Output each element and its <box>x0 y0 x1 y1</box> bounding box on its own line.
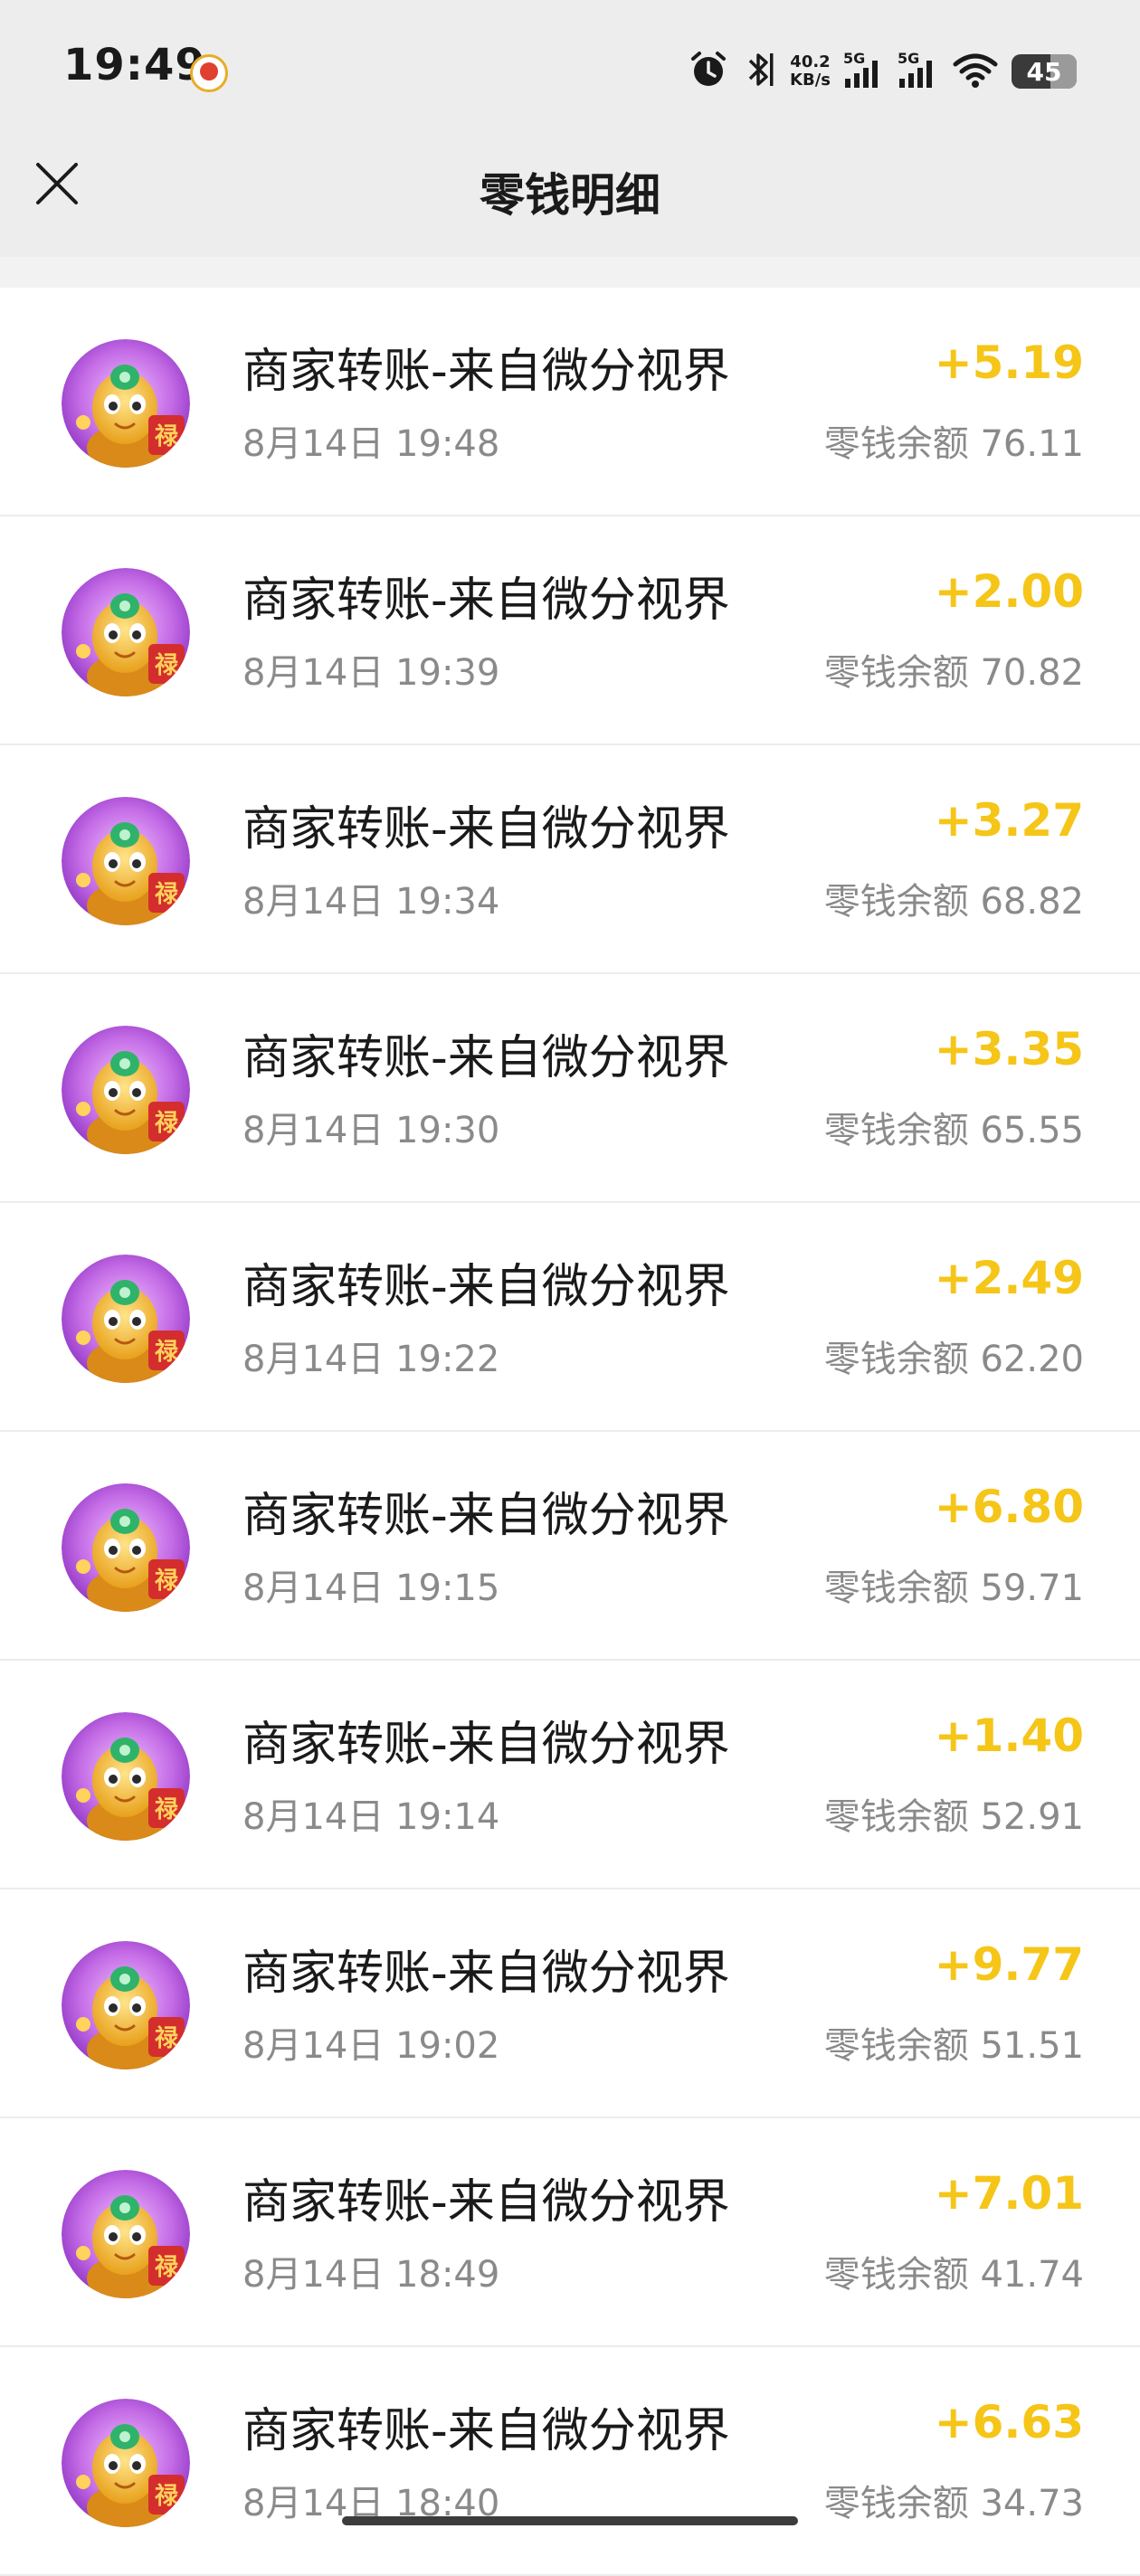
network-speed: 40.2 KB/s <box>790 53 831 90</box>
merchant-avatar-icon: 禄 <box>62 2399 190 2527</box>
svg-text:禄: 禄 <box>155 423 179 450</box>
transaction-list: 禄 商家转账-来自微分视界 8月14日 19:48 +5.19 零钱余额 76.… <box>0 288 1140 2576</box>
transaction-title: 商家转账-来自微分视界 <box>242 1489 730 1543</box>
transaction-row[interactable]: 禄 商家转账-来自微分视界 8月14日 19:30 +3.35 零钱余额 65.… <box>0 974 1140 1203</box>
transaction-amount: +6.80 <box>934 1481 1084 1533</box>
page-title: 零钱明细 <box>480 169 660 222</box>
battery-level: 45 <box>1026 56 1062 87</box>
bluetooth-icon <box>741 50 777 93</box>
transaction-balance: 零钱余额 41.74 <box>823 2254 1084 2296</box>
transaction-row[interactable]: 禄 商家转账-来自微分视界 8月14日 19:02 +9.77 零钱余额 51.… <box>0 1889 1140 2118</box>
merchant-avatar-icon: 禄 <box>62 797 190 925</box>
merchant-avatar-icon: 禄 <box>62 568 190 696</box>
signal-icon: 5G <box>843 50 885 91</box>
transaction-amount: +2.49 <box>934 1252 1084 1304</box>
svg-text:禄: 禄 <box>155 652 179 679</box>
wifi-icon <box>952 50 999 93</box>
network-speed-unit: KB/s <box>790 71 831 90</box>
transaction-balance: 零钱余额 34.73 <box>823 2483 1084 2524</box>
transaction-row[interactable]: 禄 商家转账-来自微分视界 8月14日 19:34 +3.27 零钱余额 68.… <box>0 745 1140 974</box>
merchant-avatar-icon: 禄 <box>62 1483 190 1612</box>
transaction-row[interactable]: 禄 商家转账-来自微分视界 8月14日 19:14 +1.40 零钱余额 52.… <box>0 1661 1140 1889</box>
signal-icon: 5G <box>898 50 939 91</box>
home-indicator[interactable] <box>342 2516 798 2525</box>
svg-text:禄: 禄 <box>155 2483 179 2510</box>
transaction-row[interactable]: 禄 商家转账-来自微分视界 8月14日 19:15 +6.80 零钱余额 59.… <box>0 1432 1140 1661</box>
transaction-date: 8月14日 19:39 <box>242 652 500 694</box>
merchant-avatar-icon: 禄 <box>62 1712 190 1841</box>
transaction-balance: 零钱余额 76.11 <box>823 423 1084 465</box>
transaction-balance: 零钱余额 70.82 <box>823 652 1084 694</box>
transaction-date: 8月14日 19:48 <box>242 423 500 465</box>
transaction-amount: +3.35 <box>934 1023 1084 1075</box>
svg-text:禄: 禄 <box>155 1339 179 1366</box>
transaction-amount: +5.19 <box>934 336 1084 389</box>
merchant-avatar-icon: 禄 <box>62 1255 190 1383</box>
transaction-balance: 零钱余额 59.71 <box>823 1567 1084 1609</box>
header-divider <box>0 257 1140 288</box>
status-icons: 40.2 KB/s 5G 5G 45 <box>689 47 1077 96</box>
transaction-amount: +3.27 <box>934 794 1084 847</box>
transaction-balance: 零钱余额 51.51 <box>823 2025 1084 2067</box>
transaction-date: 8月14日 19:34 <box>242 881 500 923</box>
transaction-amount: +6.63 <box>934 2396 1084 2448</box>
transaction-balance: 零钱余额 62.20 <box>823 1339 1084 1380</box>
transaction-balance: 零钱余额 68.82 <box>823 881 1084 923</box>
transaction-date: 8月14日 19:15 <box>242 1567 500 1609</box>
svg-text:禄: 禄 <box>155 881 179 908</box>
transaction-amount: +7.01 <box>934 2167 1084 2220</box>
transaction-balance: 零钱余额 65.55 <box>823 1110 1084 1151</box>
transaction-title: 商家转账-来自微分视界 <box>242 2404 730 2458</box>
transaction-date: 8月14日 18:49 <box>242 2254 500 2296</box>
svg-text:禄: 禄 <box>155 1567 179 1595</box>
svg-text:禄: 禄 <box>155 2025 179 2052</box>
transaction-amount: +9.77 <box>934 1938 1084 1991</box>
transaction-amount: +1.40 <box>934 1709 1084 1762</box>
transaction-title: 商家转账-来自微分视界 <box>242 802 730 857</box>
transaction-title: 商家转账-来自微分视界 <box>242 1718 730 1772</box>
alarm-icon <box>689 50 728 93</box>
svg-text:禄: 禄 <box>155 1110 179 1137</box>
transaction-title: 商家转账-来自微分视界 <box>242 1031 730 1085</box>
status-bar: 19:49 40.2 KB/s 5G 5G 45 <box>0 0 1140 145</box>
app-notification-icon <box>190 54 228 92</box>
transaction-date: 8月14日 19:14 <box>242 1796 500 1838</box>
transaction-date: 8月14日 19:02 <box>242 2025 500 2067</box>
merchant-avatar-icon: 禄 <box>62 1941 190 2069</box>
transaction-date: 8月14日 19:22 <box>242 1339 500 1380</box>
transaction-balance: 零钱余额 52.91 <box>823 1796 1084 1838</box>
transaction-title: 商家转账-来自微分视界 <box>242 573 730 628</box>
battery-icon: 45 <box>1012 54 1077 89</box>
status-time: 19:49 <box>63 40 206 90</box>
merchant-avatar-icon: 禄 <box>62 1026 190 1154</box>
svg-text:禄: 禄 <box>155 1796 179 1823</box>
transaction-title: 商家转账-来自微分视界 <box>242 1946 730 2001</box>
network-speed-value: 40.2 <box>790 52 831 71</box>
transaction-row[interactable]: 禄 商家转账-来自微分视界 8月14日 19:39 +2.00 零钱余额 70.… <box>0 516 1140 745</box>
transaction-row[interactable]: 禄 商家转账-来自微分视界 8月14日 18:40 +6.63 零钱余额 34.… <box>0 2347 1140 2576</box>
merchant-avatar-icon: 禄 <box>62 339 190 468</box>
transaction-amount: +2.00 <box>934 565 1084 618</box>
merchant-avatar-icon: 禄 <box>62 2170 190 2298</box>
transaction-title: 商家转账-来自微分视界 <box>242 1260 730 1314</box>
transaction-title: 商家转账-来自微分视界 <box>242 345 730 399</box>
transaction-date: 8月14日 19:30 <box>242 1110 500 1151</box>
transaction-title: 商家转账-来自微分视界 <box>242 2175 730 2230</box>
transaction-row[interactable]: 禄 商家转账-来自微分视界 8月14日 18:49 +7.01 零钱余额 41.… <box>0 2118 1140 2347</box>
svg-text:禄: 禄 <box>155 2254 179 2281</box>
transaction-row[interactable]: 禄 商家转账-来自微分视界 8月14日 19:22 +2.49 零钱余额 62.… <box>0 1203 1140 1432</box>
transaction-row[interactable]: 禄 商家转账-来自微分视界 8月14日 19:48 +5.19 零钱余额 76.… <box>0 288 1140 516</box>
